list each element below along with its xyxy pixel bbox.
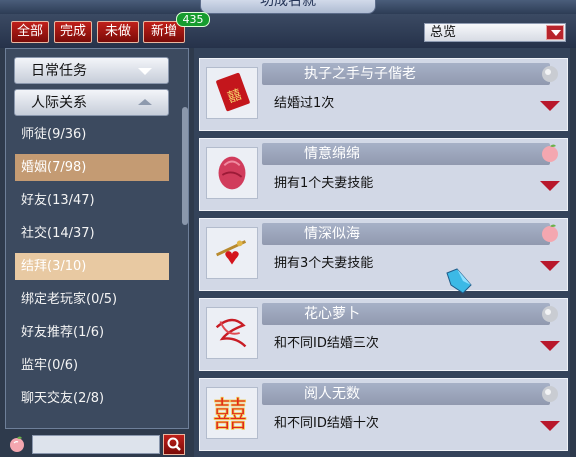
- window-title-text: 功成名就: [260, 0, 316, 9]
- achievement-title: 花心萝卜: [262, 303, 550, 325]
- achievement-title: 执子之手与子偕老: [262, 63, 550, 85]
- achievement-card[interactable]: 囍 阅人无数 和不同ID结婚十次: [199, 378, 568, 451]
- expand-triangle-icon[interactable]: [540, 341, 560, 351]
- achievement-title: 阅人无数: [262, 383, 550, 405]
- category-daily-tasks[interactable]: 日常任务: [14, 57, 169, 84]
- sidebar-item-friend-recommend[interactable]: 好友推荐(1/6): [15, 319, 169, 346]
- achievement-card[interactable]: 情深似海 拥有3个夫妻技能: [199, 218, 568, 291]
- silver-peach-medal-icon: [542, 66, 558, 82]
- sidebar-scrollbar[interactable]: [182, 107, 188, 225]
- expand-arrow-icon: [138, 68, 152, 75]
- expand-triangle-icon[interactable]: [540, 101, 560, 111]
- search-button[interactable]: [163, 434, 185, 455]
- heart-pin-icon: [206, 227, 258, 279]
- achievement-card[interactable]: 情意绵绵 拥有1个夫妻技能: [199, 138, 568, 211]
- red-envelope-icon: 囍: [206, 67, 258, 119]
- pink-peach-medal-icon: [542, 224, 558, 242]
- achievement-title: 情深似海: [262, 223, 550, 245]
- achievement-title: 情意绵绵: [262, 143, 550, 165]
- gem-cursor-icon: [446, 268, 472, 294]
- category-relationships[interactable]: 人际关系: [14, 89, 169, 116]
- expand-triangle-icon[interactable]: [540, 181, 560, 191]
- window-title: 功成名就: [200, 0, 376, 14]
- sidebar-item-bind-veteran[interactable]: 绑定老玩家(0/5): [15, 286, 169, 313]
- sidebar-item-marriage[interactable]: 婚姻(7/98): [15, 154, 169, 181]
- sidebar-item-social[interactable]: 社交(14/37): [15, 220, 169, 247]
- silver-peach-medal-icon: [542, 386, 558, 402]
- expand-triangle-icon[interactable]: [540, 261, 560, 271]
- sidebar-item-jail[interactable]: 监牢(0/6): [15, 352, 169, 379]
- achievement-desc: 拥有3个夫妻技能: [274, 256, 374, 271]
- achievement-desc: 和不同ID结婚三次: [274, 336, 379, 351]
- red-ribbon-icon: [206, 307, 258, 359]
- filter-undone-button[interactable]: 未做: [97, 21, 139, 43]
- search-input[interactable]: [32, 435, 160, 454]
- filter-done-button[interactable]: 完成: [54, 21, 92, 43]
- sidebar-item-chat[interactable]: 聊天交友(2/8): [15, 385, 169, 412]
- achievement-desc: 结婚过1次: [274, 96, 335, 111]
- rose-icon: [206, 147, 258, 199]
- category-label: 人际关系: [31, 95, 87, 111]
- view-select[interactable]: 总览: [424, 23, 566, 42]
- achievement-desc: 拥有1个夫妻技能: [274, 176, 374, 191]
- pink-peach-medal-icon: [542, 144, 558, 162]
- expand-triangle-icon[interactable]: [540, 421, 560, 431]
- silver-peach-medal-icon: [542, 306, 558, 322]
- chevron-down-icon[interactable]: [546, 25, 564, 40]
- achievement-card[interactable]: 囍 执子之手与子偕老 结婚过1次: [199, 58, 568, 131]
- search-icon: [167, 437, 181, 451]
- collapse-arrow-icon: [138, 99, 152, 105]
- sidebar-item-friends[interactable]: 好友(13/47): [15, 187, 169, 214]
- view-select-value: 总览: [430, 25, 457, 40]
- double-happiness-icon: 囍: [206, 387, 258, 439]
- new-count-badge: 435: [176, 12, 210, 27]
- sidebar-item-sworn-brothers[interactable]: 结拜(3/10): [15, 253, 169, 280]
- achievement-card[interactable]: 花心萝卜 和不同ID结婚三次: [199, 298, 568, 371]
- category-label: 日常任务: [31, 63, 87, 79]
- svg-text:囍: 囍: [213, 395, 248, 435]
- filter-all-button[interactable]: 全部: [11, 21, 49, 43]
- peach-icon: [10, 436, 24, 452]
- achievement-desc: 和不同ID结婚十次: [274, 416, 379, 431]
- sidebar-item-mentorship[interactable]: 师徒(9/36): [15, 121, 169, 148]
- category-sidebar: 日常任务 人际关系 师徒(9/36) 婚姻(7/98) 好友(13/47) 社交…: [5, 48, 189, 429]
